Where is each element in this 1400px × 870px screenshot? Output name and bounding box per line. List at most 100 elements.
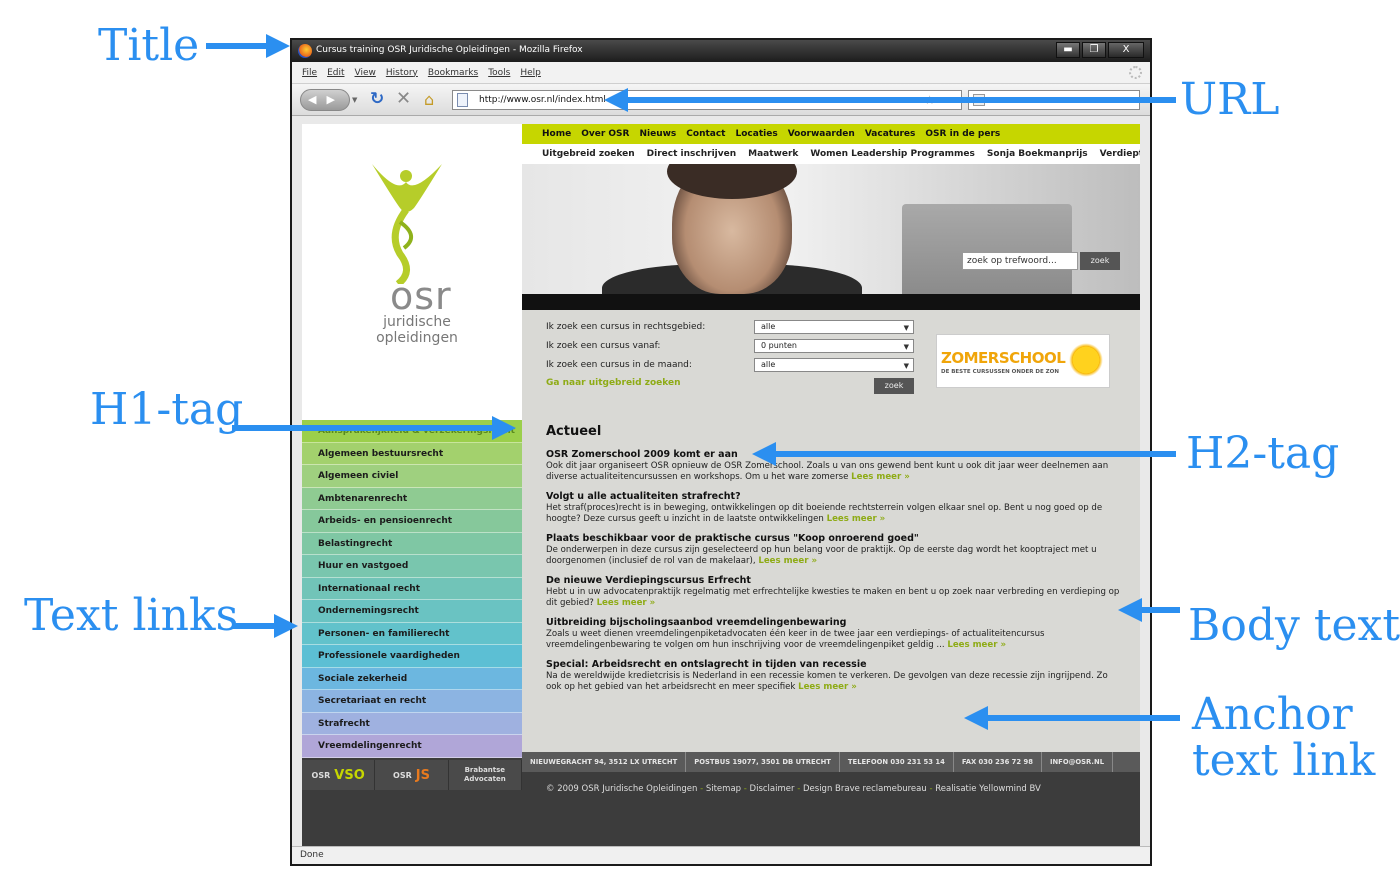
footer-design-link[interactable]: Design Brave reclamebureau	[803, 784, 927, 794]
advanced-search-link[interactable]: Ga naar uitgebreid zoeken	[546, 378, 681, 388]
bookmark-star-icon[interactable]: ☆	[924, 93, 935, 107]
rechtsgebied-link[interactable]: Personen- en familierecht	[302, 622, 522, 645]
osr-js-link[interactable]: OSR JS	[375, 760, 449, 790]
nav-home[interactable]: Home	[542, 129, 571, 139]
menu-edit[interactable]: Edit	[327, 68, 344, 78]
menu-history[interactable]: History	[386, 68, 418, 78]
zomerschool-banner[interactable]: ZOMERSCHOOL DE BESTE CURSUSSEN ONDER DE …	[936, 334, 1110, 388]
nav-osr-in-de-pers[interactable]: OSR in de pers	[925, 129, 1000, 139]
minimize-button[interactable]: ▬	[1056, 42, 1080, 58]
keyword-search-input[interactable]: zoek op trefwoord...	[962, 252, 1078, 270]
window-controls: ▬ ❐ X	[1056, 42, 1144, 58]
stop-icon[interactable]: ✕	[396, 88, 411, 109]
rechtsgebied-link[interactable]: Vreemdelingenrecht	[302, 735, 522, 758]
subnav-verdiept[interactable]: Verdiept	[1100, 149, 1140, 159]
nav-nieuws[interactable]: Nieuws	[639, 129, 676, 139]
news-item-title[interactable]: Plaats beschikbaar voor de praktische cu…	[546, 533, 1122, 545]
rechtsgebied-link[interactable]: Algemeen bestuursrecht	[302, 442, 522, 465]
news-item-title[interactable]: Uitbreiding bijscholingsaanbod vreemdeli…	[546, 617, 1122, 629]
rechtsgebied-link[interactable]: Aansprakelijkheid & verzekeringsrecht	[302, 420, 522, 443]
sub-navigation: Uitgebreid zoeken Direct inschrijven Maa…	[522, 144, 1140, 164]
subnav-direct-inschrijven[interactable]: Direct inschrijven	[647, 149, 736, 159]
sun-icon	[1069, 343, 1103, 377]
footer-disclaimer-link[interactable]: Disclaimer	[750, 784, 795, 794]
subnav-uitgebreid-zoeken[interactable]: Uitgebreid zoeken	[542, 149, 635, 159]
footer-sitemap-link[interactable]: Sitemap	[706, 784, 741, 794]
nav-over-osr[interactable]: Over OSR	[581, 129, 629, 139]
news-item-title[interactable]: De nieuwe Verdiepingscursus Erfrecht	[546, 575, 1122, 587]
rechtsgebied-link[interactable]: Ondernemingsrecht	[302, 600, 522, 623]
subnav-maatwerk[interactable]: Maatwerk	[748, 149, 798, 159]
status-bar: Done	[292, 846, 1150, 864]
rechtsgebied-link[interactable]: Huur en vastgoed	[302, 555, 522, 578]
nav-locaties[interactable]: Locaties	[736, 129, 778, 139]
vso-prefix: OSR	[311, 770, 331, 780]
course-search-button[interactable]: zoek	[874, 378, 914, 394]
rechtsgebied-link[interactable]: Algemeen civiel	[302, 465, 522, 488]
nav-contact[interactable]: Contact	[686, 129, 725, 139]
read-more-link[interactable]: Lees meer »	[947, 640, 1006, 650]
maand-select[interactable]: alle	[754, 358, 914, 372]
news-item-body: Het straf(proces)recht is in beweging, o…	[546, 503, 1122, 525]
menu-file[interactable]: File	[302, 68, 317, 78]
news-item-title[interactable]: Volgt u alle actualiteiten strafrecht?	[546, 491, 1122, 503]
search-engine-icon[interactable]	[973, 94, 985, 106]
rechtsgebied-link[interactable]: Internationaal recht	[302, 577, 522, 600]
osr-figure-logo-icon	[372, 164, 442, 284]
url-dropdown-icon[interactable]: ▼	[948, 96, 953, 104]
annotation-anchor-label: Anchor text link	[1192, 691, 1375, 784]
footer-realisatie-link[interactable]: Realisatie Yellowmind BV	[935, 784, 1041, 794]
keyword-search-button[interactable]: zoek	[1080, 252, 1120, 270]
url-bar[interactable]: http://www.osr.nl/index.html ☆ ▼	[452, 90, 962, 110]
rechtsgebied-link[interactable]: Secretariaat en recht	[302, 690, 522, 713]
logo-subtitle: juridische opleidingen	[372, 314, 462, 346]
footer-email-link[interactable]: INFO@OSR.NL	[1042, 752, 1114, 772]
rechtsgebied-link[interactable]: Professionele vaardigheden	[302, 645, 522, 668]
menu-help[interactable]: Help	[520, 68, 541, 78]
footer-fax: FAX 030 236 72 98	[954, 752, 1042, 772]
js-label: JS	[415, 767, 430, 783]
news-item-title[interactable]: Special: Arbeidsrecht en ontslagrecht in…	[546, 659, 1122, 671]
nav-vacatures[interactable]: Vacatures	[865, 129, 916, 139]
rechtsgebied-link[interactable]: Ambtenarenrecht	[302, 487, 522, 510]
rechtsgebied-link[interactable]: Belastingrecht	[302, 532, 522, 555]
rechtsgebied-link[interactable]: Sociale zekerheid	[302, 667, 522, 690]
news-item-title[interactable]: OSR Zomerschool 2009 komt er aan	[546, 449, 1122, 461]
home-icon[interactable]: ⌂	[424, 90, 434, 109]
menu-bookmarks[interactable]: Bookmarks	[428, 68, 478, 78]
punten-select[interactable]: 0 punten	[754, 339, 914, 353]
subnav-sonja-boekmanprijs[interactable]: Sonja Boekmanprijs	[987, 149, 1088, 159]
rechtsgebied-link[interactable]: Strafrecht	[302, 712, 522, 735]
menu-view[interactable]: View	[355, 68, 376, 78]
rechtsgebied-link[interactable]: Arbeids- en pensioenrecht	[302, 510, 522, 533]
close-button[interactable]: X	[1108, 42, 1144, 58]
read-more-link[interactable]: Lees meer »	[597, 598, 656, 608]
throbber-icon	[1129, 66, 1142, 79]
news-item: Special: Arbeidsrecht en ontslagrecht in…	[546, 659, 1122, 693]
url-text: http://www.osr.nl/index.html	[479, 95, 606, 105]
footer-copyright-line: © 2009 OSR Juridische Opleidingen - Site…	[546, 784, 1041, 794]
annotation-text-links-label: Text links	[24, 590, 239, 641]
subnav-women-leadership[interactable]: Women Leadership Programmes	[810, 149, 975, 159]
read-more-link[interactable]: Lees meer »	[827, 514, 886, 524]
nav-voorwaarden[interactable]: Voorwaarden	[788, 129, 855, 139]
rechtsgebied-select[interactable]: alle	[754, 320, 914, 334]
read-more-link[interactable]: Lees meer »	[798, 682, 857, 692]
search-icon[interactable]: ⌕	[1128, 92, 1135, 107]
back-forward-button[interactable]: ◀▶	[300, 89, 350, 111]
read-more-link[interactable]: Lees meer »	[758, 556, 817, 566]
read-more-link[interactable]: Lees meer »	[851, 472, 910, 482]
menu-tools[interactable]: Tools	[488, 68, 510, 78]
brabantse-advocaten-link[interactable]: Brabantse Advocaten	[449, 760, 522, 790]
punten-label: Ik zoek een cursus vanaf:	[546, 341, 661, 351]
maximize-button[interactable]: ❐	[1082, 42, 1106, 58]
logo-area[interactable]: osr juridische opleidingen	[302, 124, 522, 420]
history-dropdown-icon[interactable]: ▼	[352, 96, 357, 104]
hero-black-bar	[522, 294, 1140, 310]
news-item-text: Het straf(proces)recht is in beweging, o…	[546, 503, 1103, 524]
browser-search-box[interactable]: ⌕	[968, 90, 1140, 110]
osr-vso-link[interactable]: OSR VSO	[302, 760, 376, 790]
footer-separator: -	[743, 784, 747, 794]
reload-icon[interactable]: ↻	[370, 89, 384, 109]
news-heading: Actueel	[546, 424, 602, 439]
